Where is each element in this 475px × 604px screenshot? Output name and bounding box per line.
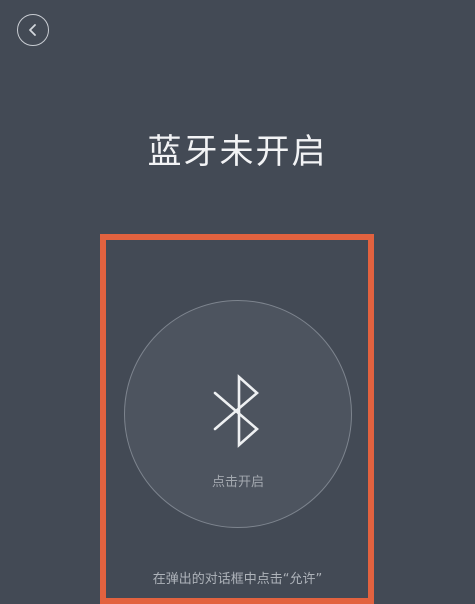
open-bluetooth-label: 点击开启 (211, 475, 264, 490)
dialog-hint-text: 在弹出的对话框中点击“允许” (152, 572, 323, 587)
back-button[interactable] (17, 14, 49, 46)
page-title: 蓝牙未开启 (147, 132, 328, 172)
bluetooth-icon (209, 371, 269, 455)
bluetooth-open-button[interactable]: 点击开启 (124, 300, 352, 528)
chevron-left-icon (27, 23, 39, 37)
